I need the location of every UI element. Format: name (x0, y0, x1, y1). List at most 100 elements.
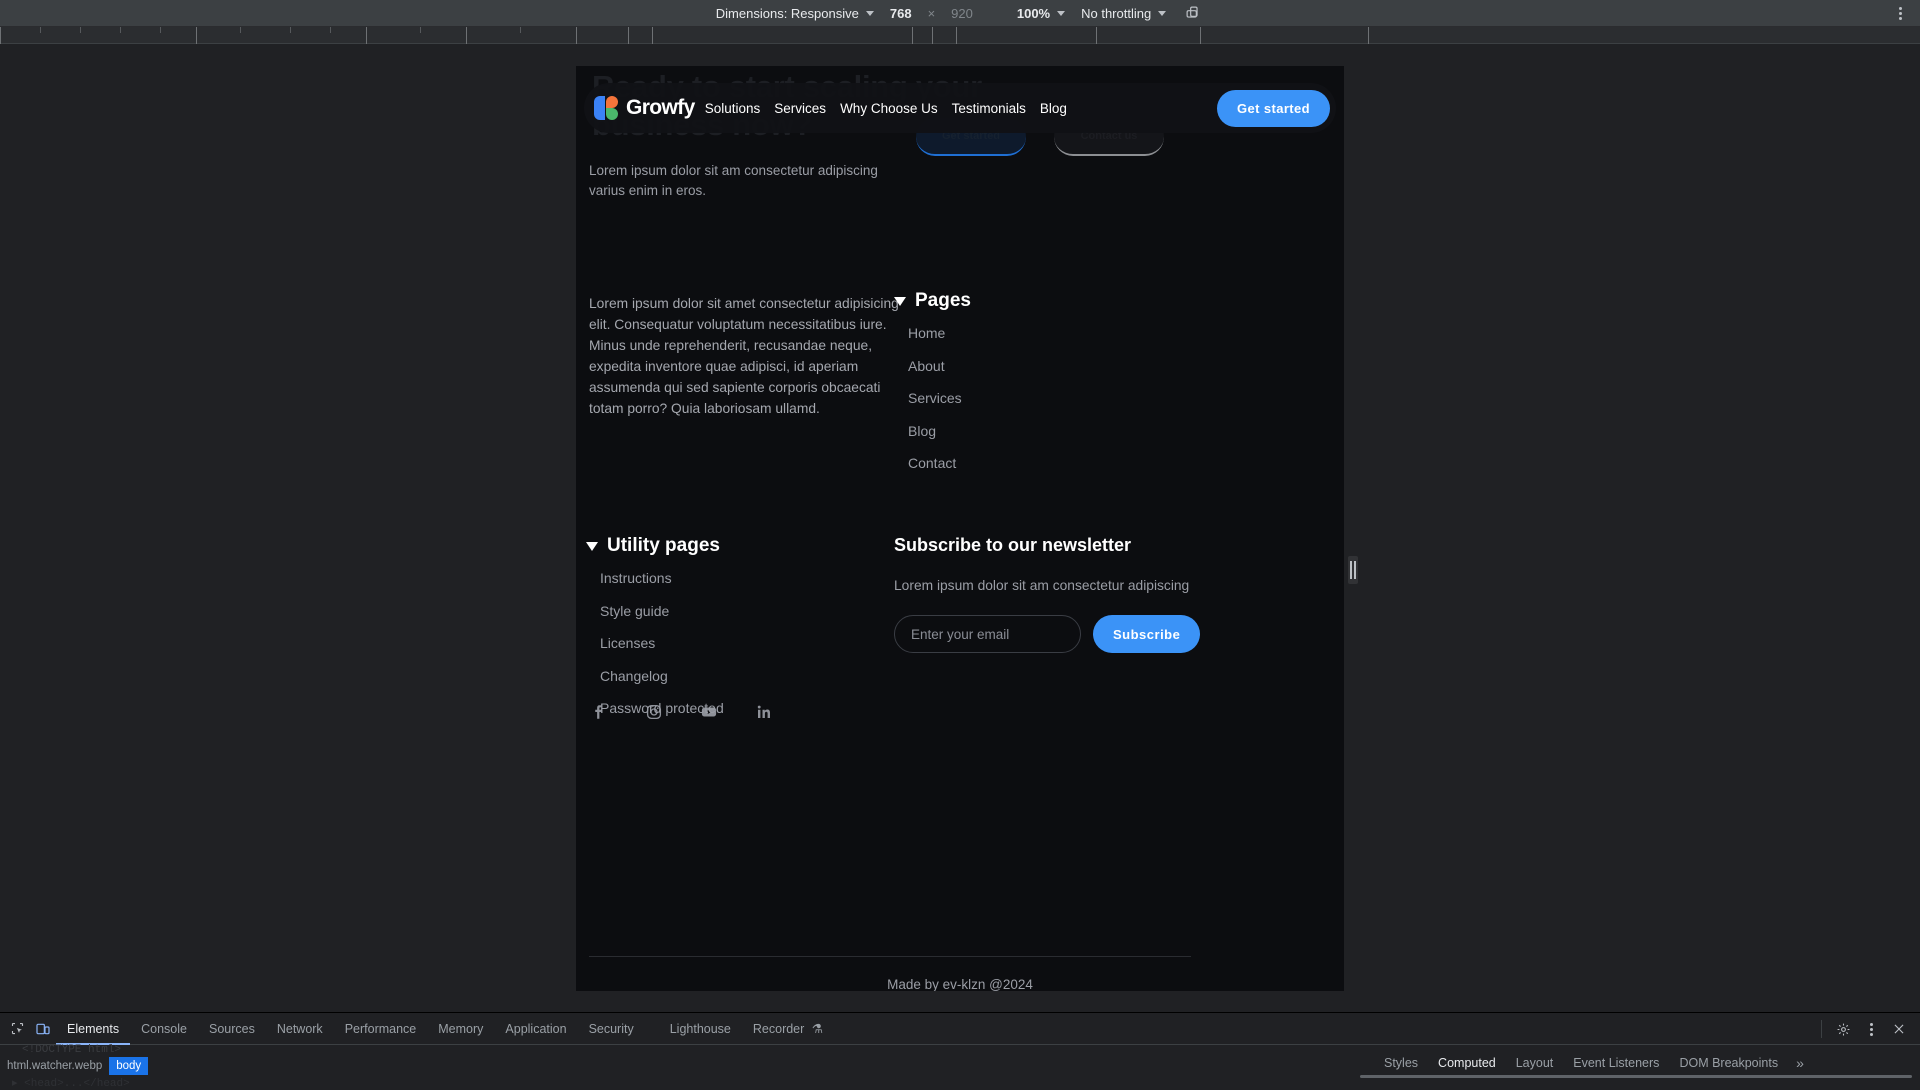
devtools-tab-application[interactable]: Application (494, 1013, 577, 1045)
device-emulation-toolbar: Dimensions: Responsive 768 × 920 100% No… (0, 0, 1920, 27)
brand-name: Growfy (626, 96, 695, 119)
toolbar-divider (1821, 1020, 1822, 1038)
devtools-tab-elements[interactable]: Elements (56, 1013, 130, 1045)
devtools-tab-memory[interactable]: Memory (427, 1013, 494, 1045)
inspect-element-button[interactable] (4, 1016, 30, 1042)
zoom-label: 100% (1016, 5, 1051, 21)
chevron-down-icon (1057, 10, 1066, 16)
close-icon (1894, 1024, 1904, 1034)
devtools-tab-security[interactable]: Security (578, 1013, 645, 1045)
kebab-menu-icon (1869, 1022, 1873, 1037)
breadcrumb-item-html[interactable]: html.watcher.webp (0, 1057, 109, 1075)
newsletter-email-input[interactable] (894, 615, 1081, 653)
sidebar-tab-event-listeners[interactable]: Event Listeners (1563, 1050, 1669, 1077)
hero-subtext: Lorem ipsum dolor sit am consectetur adi… (589, 163, 878, 198)
devtools-toolbar-actions (1815, 1013, 1920, 1045)
footer-link-licenses[interactable]: Licenses (600, 635, 886, 651)
footer-newsletter: Subscribe to our newsletter Lorem ipsum … (894, 535, 1214, 653)
triangle-down-icon (586, 541, 598, 551)
dom-head-line: ▸ <head>...</head> (12, 1078, 130, 1090)
utility-links: Instructions Style guide Licenses Change… (586, 570, 886, 716)
experiment-flask-icon: ⚗ (811, 1021, 824, 1036)
dimensions-label: Dimensions: Responsive (715, 5, 859, 21)
viewport-height-input[interactable]: 920 (951, 6, 973, 21)
dom-doctype-line: <!DOCTYPE html> (22, 1044, 122, 1056)
utility-column-header[interactable]: Utility pages (586, 535, 886, 557)
newsletter-form: Subscribe (894, 615, 1214, 653)
dimension-separator: × (928, 6, 936, 21)
site-navbar: Growfy Solutions Services Why Choose Us … (584, 83, 1336, 133)
pages-column-header[interactable]: Pages (894, 290, 1194, 312)
footer-credit: Made by ev-klzn @2024 (887, 977, 1033, 991)
footer-link-home[interactable]: Home (908, 325, 1194, 341)
devtools-tab-network[interactable]: Network (266, 1013, 334, 1045)
viewport-width-value: 768 (889, 5, 912, 21)
footer-link-instructions[interactable]: Instructions (600, 570, 886, 586)
devtools-close-button[interactable] (1886, 1016, 1912, 1042)
primary-navigation: Solutions Services Why Choose Us Testimo… (705, 101, 1067, 116)
viewport-width-input[interactable]: 768 (890, 6, 912, 21)
toggle-device-toolbar-button[interactable] (30, 1016, 56, 1042)
sidebar-tab-computed[interactable]: Computed (1428, 1050, 1506, 1077)
gear-icon (1837, 1023, 1849, 1035)
zoom-dropdown[interactable]: 100% (1016, 5, 1066, 21)
device-toolbar-more-button[interactable] (1890, 0, 1910, 27)
devtools-settings-button[interactable] (1830, 1016, 1856, 1042)
devtools-tabbar: Elements Console Sources Network Perform… (0, 1013, 1920, 1045)
breadcrumb: html.watcher.webp body (0, 1057, 149, 1075)
footer-column-utility: Utility pages Instructions Style guide L… (586, 535, 886, 716)
rotate-device-button[interactable] (1182, 3, 1204, 23)
sidebar-more-tabs-button[interactable]: » (1788, 1055, 1812, 1071)
device-screen-area: Ready to start scaling your business now… (0, 44, 1920, 1042)
devtools-tab-console[interactable]: Console (130, 1013, 198, 1045)
sidebar-tab-styles[interactable]: Styles (1374, 1050, 1428, 1077)
viewport-height-value: 920 (951, 5, 973, 21)
chevron-down-icon (1158, 10, 1167, 16)
sidebar-tab-layout[interactable]: Layout (1506, 1050, 1564, 1077)
footer-about-text: Lorem ipsum dolor sit amet consectetur a… (589, 296, 899, 416)
newsletter-title: Subscribe to our newsletter (894, 535, 1132, 555)
devtools-tab-sources[interactable]: Sources (198, 1013, 266, 1045)
footer-link-changelog[interactable]: Changelog (600, 668, 886, 684)
brand-logo[interactable]: Growfy (594, 95, 695, 121)
devtools-tab-recorder-label: Recorder (752, 1021, 805, 1036)
sidebar-horizontal-scrollbar[interactable] (1360, 1075, 1912, 1078)
footer-link-about[interactable]: About (908, 358, 1194, 374)
nav-get-started-button[interactable]: Get started (1216, 89, 1330, 127)
utility-column-title: Utility pages (607, 535, 720, 556)
devtools-tab-lighthouse[interactable]: Lighthouse (659, 1013, 742, 1045)
throttling-label: No throttling (1081, 5, 1152, 21)
sidebar-tab-dom-breakpoints[interactable]: DOM Breakpoints (1669, 1050, 1788, 1077)
device-toolbar-controls: Dimensions: Responsive 768 × 920 100% No… (0, 3, 1920, 23)
newsletter-subscribe-button[interactable]: Subscribe (1093, 615, 1201, 653)
footer-column-pages: Pages Home About Services Blog Contact (894, 290, 1194, 471)
devtools-tab-performance[interactable]: Performance (334, 1013, 428, 1045)
footer-link-password-protected[interactable]: Password protected (600, 700, 886, 716)
footer-divider (589, 956, 1191, 957)
nav-link-solutions[interactable]: Solutions (705, 101, 761, 116)
nav-link-services[interactable]: Services (774, 101, 826, 116)
triangle-down-icon (894, 296, 906, 306)
nav-link-blog[interactable]: Blog (1040, 101, 1067, 116)
footer-link-services[interactable]: Services (908, 390, 1194, 406)
device-toolbar-icon (36, 1023, 50, 1034)
footer-link-style-guide[interactable]: Style guide (600, 603, 886, 619)
growfy-logo-icon (594, 95, 620, 121)
footer-link-contact[interactable]: Contact (908, 455, 1194, 471)
breadcrumb-item-body[interactable]: body (109, 1057, 149, 1075)
throttling-dropdown[interactable]: No throttling (1081, 5, 1167, 21)
dom-breadcrumb-strip: <!DOCTYPE html> html.watcher.webp body ▸… (0, 1044, 1180, 1090)
growfy-page: Ready to start scaling your business now… (576, 66, 1344, 991)
newsletter-description: Lorem ipsum dolor sit am consectetur adi… (894, 578, 1190, 593)
dimensions-dropdown[interactable]: Dimensions: Responsive (716, 6, 874, 21)
devtools-tab-recorder[interactable]: Recorder ⚗ (742, 1013, 834, 1045)
nav-link-why-choose-us[interactable]: Why Choose Us (840, 101, 938, 116)
viewport-ruler (0, 27, 1920, 44)
rotate-device-icon (1186, 6, 1198, 18)
pages-links: Home About Services Blog Contact (894, 325, 1194, 471)
viewport-width-resize-handle[interactable] (1348, 556, 1358, 584)
nav-link-testimonials[interactable]: Testimonials (952, 101, 1026, 116)
footer-link-blog[interactable]: Blog (908, 423, 1194, 439)
chevron-down-icon (865, 10, 874, 16)
devtools-more-button[interactable] (1858, 1016, 1884, 1042)
